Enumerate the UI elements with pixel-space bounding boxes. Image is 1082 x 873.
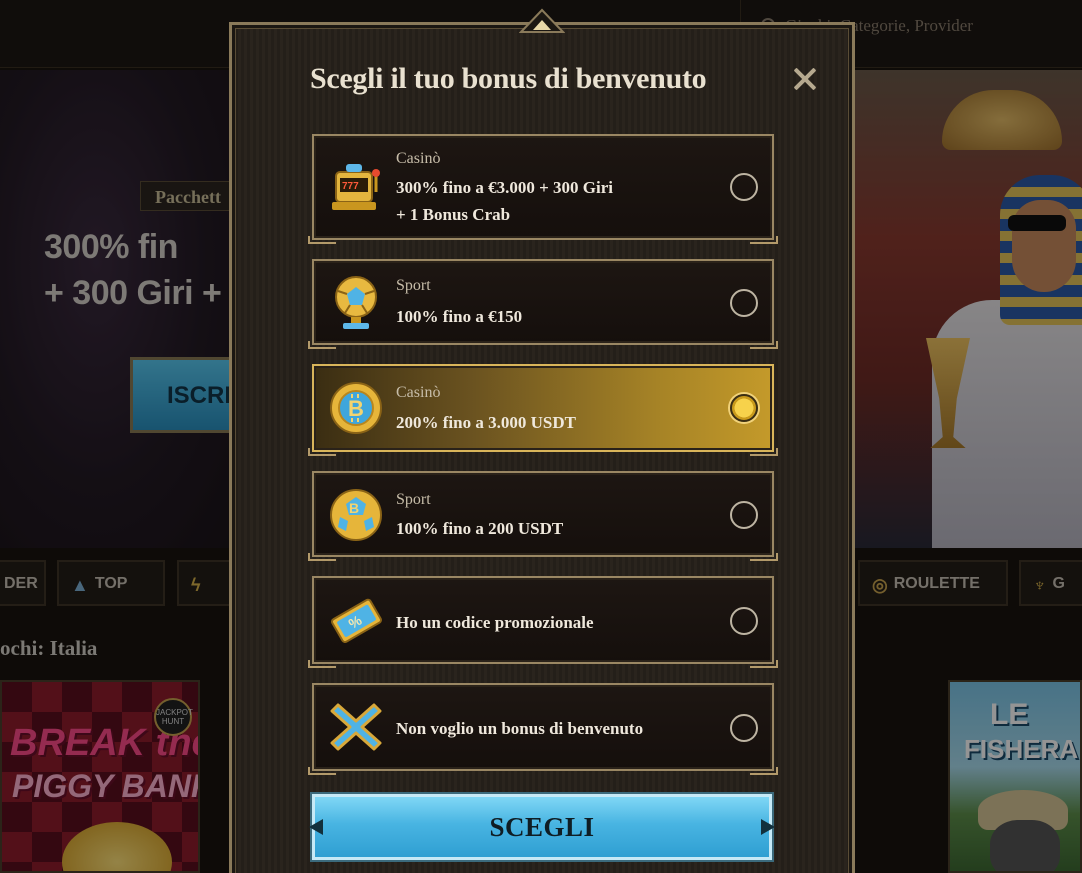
radio-button[interactable]	[730, 289, 758, 317]
choose-button[interactable]: SCEGLI	[309, 794, 775, 860]
option-category: Casinò	[396, 150, 441, 167]
bonus-option-casino-usdt[interactable]: B Casinò 200% fino a 3.000 USDT	[308, 364, 778, 456]
cross-icon	[330, 703, 382, 751]
svg-text:B: B	[348, 396, 364, 421]
promo-ticket-icon: %	[331, 598, 382, 644]
radio-button[interactable]	[730, 714, 758, 742]
option-line2: + 1 Bonus Crab	[396, 205, 511, 224]
svg-text:B: B	[349, 500, 359, 516]
bonus-option-casino-eur[interactable]: 777 Casinò 300% fino a €3.000 + 300 Giri…	[308, 134, 778, 244]
choose-button-label: SCEGLI	[489, 812, 595, 842]
option-line1: 200% fino a 3.000 USDT	[396, 413, 576, 432]
option-line1: 100% fino a 200 USDT	[396, 519, 564, 538]
option-category: Sport	[396, 277, 431, 294]
bonus-option-promo-code[interactable]: % Ho un codice promozionale	[308, 576, 778, 668]
bonus-option-sport-usdt[interactable]: B Sport 100% fino a 200 USDT	[308, 471, 778, 561]
bonus-option-no-bonus[interactable]: Non voglio un bonus di benvenuto	[308, 683, 778, 775]
radio-button[interactable]	[730, 607, 758, 635]
page: Giochi, Categorie, Provider Pacchett 300…	[0, 0, 1082, 873]
modal-title: Scegli il tuo bonus di benvenuto	[310, 62, 707, 95]
radio-button[interactable]	[730, 394, 758, 422]
radio-button[interactable]	[730, 173, 758, 201]
football-trophy-icon	[335, 276, 377, 329]
svg-text:777: 777	[342, 181, 359, 192]
option-category: Sport	[396, 491, 431, 508]
bitcoin-coin-icon: B	[330, 382, 382, 434]
radio-button[interactable]	[730, 501, 758, 529]
option-line1: 300% fino a €3.000 + 300 Giri	[396, 178, 613, 197]
option-category: Casinò	[396, 384, 441, 401]
triangle-ornament-icon	[519, 8, 565, 33]
bitcoin-ball-icon: B	[330, 489, 382, 541]
slot-machine-icon: 777	[332, 164, 380, 210]
arrow-left-ornament-icon	[309, 819, 323, 835]
option-line1: Ho un codice promozionale	[396, 613, 594, 632]
close-icon[interactable]	[790, 64, 820, 94]
option-line1: Non voglio un bonus di benvenuto	[396, 719, 644, 738]
option-line1: 100% fino a €150	[396, 307, 523, 326]
bonus-option-sport-eur[interactable]: Sport 100% fino a €150	[308, 259, 778, 349]
